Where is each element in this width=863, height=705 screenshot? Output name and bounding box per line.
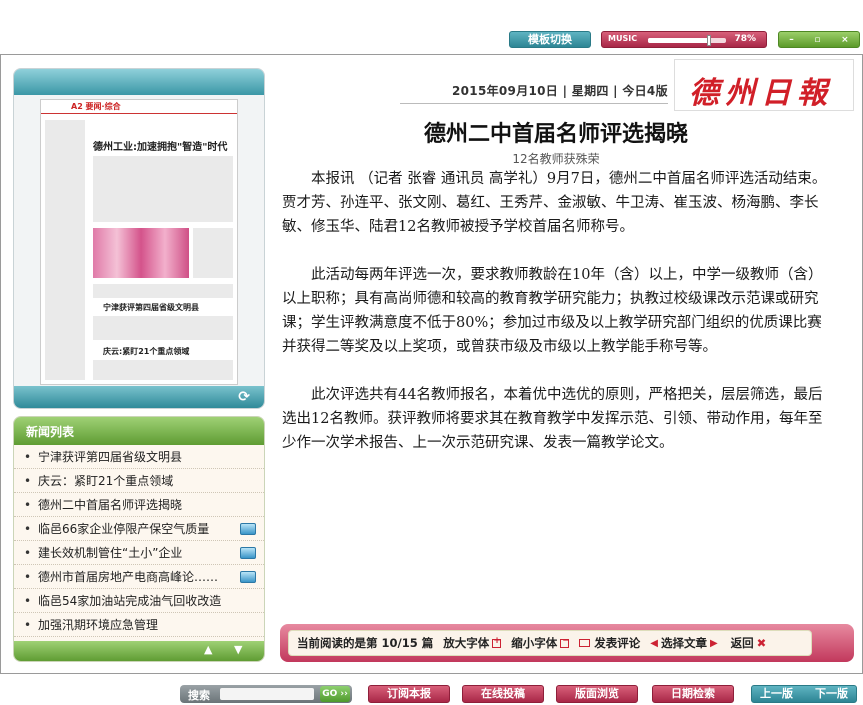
online-submit-button[interactable]: 在线投稿 bbox=[462, 685, 544, 703]
newspaper-logo: 德州日報 bbox=[674, 59, 854, 111]
dateline: 2015年09月10日 | 星期四 | 今日4版 bbox=[452, 84, 668, 98]
select-article-button[interactable]: ◀ 选择文章 ▶ bbox=[650, 635, 720, 651]
video-icon[interactable] bbox=[240, 523, 256, 535]
dateline-divider bbox=[400, 103, 668, 104]
music-volume-slider[interactable] bbox=[648, 35, 726, 46]
thumbnail-headline-2: 宁津获评第四届省级文明县 bbox=[103, 303, 199, 312]
triangle-left-icon: ◀ bbox=[650, 637, 658, 649]
music-volume-fill bbox=[648, 38, 709, 43]
video-icon[interactable] bbox=[240, 571, 256, 583]
logo-text: 德州日報 bbox=[689, 76, 833, 111]
thumbnail-photo bbox=[93, 228, 189, 278]
news-list-item[interactable]: 加强汛期环境应急管理 bbox=[14, 613, 264, 637]
page-nav: 上一版 下一版 bbox=[751, 685, 857, 703]
article-title: 德州二中首届名师评选揭晓 bbox=[423, 121, 688, 147]
enlarge-font-button[interactable]: 放大字体 bbox=[443, 635, 502, 651]
article-paragraph: 此活动每两年评选一次，要求教师教龄在10年（含）以上，中学一级教师（含）以上职称… bbox=[282, 267, 823, 355]
back-button[interactable]: 返回 ✖ bbox=[731, 635, 767, 651]
news-list-title: 新闻列表 bbox=[14, 417, 264, 445]
article-paragraph: 此次评选共有44名教师报名，本着优中选优的原则，严格把关，层层筛选，最后选出12… bbox=[282, 387, 823, 451]
search-label: 搜索 bbox=[188, 689, 210, 702]
envelope-icon bbox=[579, 639, 591, 647]
subscribe-button[interactable]: 订阅本报 bbox=[368, 685, 450, 703]
news-list-item[interactable]: 临邑54家加油站完成油气回收改造 bbox=[14, 589, 264, 613]
article: 德州二中首届名师评选揭晓 12名教师获殊荣 本报讯 （记者 张睿 通讯员 高学礼… bbox=[282, 116, 830, 455]
minus-icon bbox=[560, 636, 570, 648]
date-search-button[interactable]: 日期检索 bbox=[652, 685, 734, 703]
prev-page-button[interactable]: 上一版 bbox=[760, 686, 793, 702]
article-subtitle: 12名教师获殊荣 bbox=[512, 152, 600, 166]
epaper-app: 模板切换 MUSIC 78% – ▫ × A2 要闻·综合 德州工业:加速拥抱"… bbox=[0, 0, 863, 705]
news-list: 宁津获评第四届省级文明县庆云：紧盯21个重点领域德州二中首届名师评选揭晓临邑66… bbox=[14, 445, 264, 637]
scroll-up-icon[interactable]: ▲ bbox=[204, 643, 212, 656]
thumbnail-panel-header bbox=[14, 69, 264, 95]
reading-progress: 当前阅读的是第 10/15 篇 bbox=[297, 636, 434, 650]
reading-progress-value: 10/15 bbox=[381, 636, 418, 650]
reading-toolbar: 当前阅读的是第 10/15 篇 放大字体 缩小字体 发表评论 ◀选择文章▶ 返回… bbox=[280, 624, 854, 662]
news-list-item[interactable]: 临邑66家企业停限产保空气质量 bbox=[14, 517, 264, 541]
triangle-right-icon: ▶ bbox=[709, 637, 718, 649]
today-pages: 今日4版 bbox=[622, 84, 668, 98]
window-controls: – ▫ × bbox=[778, 31, 860, 48]
minimize-icon[interactable]: – bbox=[789, 35, 794, 45]
music-label: MUSIC bbox=[608, 34, 638, 43]
news-list-item[interactable]: 庆云：紧盯21个重点领域 bbox=[14, 469, 264, 493]
plus-icon bbox=[492, 636, 502, 648]
news-list-item[interactable]: 宁津获评第四届省级文明县 bbox=[14, 445, 264, 469]
page-browse-button[interactable]: 版面浏览 bbox=[556, 685, 638, 703]
close-icon[interactable]: × bbox=[841, 35, 849, 45]
news-list-item[interactable]: 建长效机制管住“土小”企业 bbox=[14, 541, 264, 565]
news-list-panel: 新闻列表 宁津获评第四届省级文明县庆云：紧盯21个重点领域德州二中首届名师评选揭… bbox=[13, 416, 265, 662]
search-go-button[interactable]: GO ›› bbox=[320, 686, 350, 702]
music-control[interactable]: MUSIC 78% bbox=[601, 31, 767, 48]
video-icon[interactable] bbox=[240, 547, 256, 559]
next-page-button[interactable]: 下一版 bbox=[815, 686, 848, 702]
newspaper-page-thumbnail[interactable]: A2 要闻·综合 德州工业:加速拥抱"智造"时代 宁津获评第四届省级文明县 庆云… bbox=[40, 99, 238, 385]
page-thumbnail-panel: A2 要闻·综合 德州工业:加速拥抱"智造"时代 宁津获评第四届省级文明县 庆云… bbox=[13, 68, 265, 409]
article-paragraph: 本报讯 （记者 张睿 通讯员 高学礼）9月7日，德州二中首届名师评选活动结束。贾… bbox=[282, 171, 827, 235]
comment-button[interactable]: 发表评论 bbox=[579, 635, 640, 651]
scroll-down-icon[interactable]: ▼ bbox=[234, 643, 242, 656]
reading-toolbar-inner: 当前阅读的是第 10/15 篇 放大字体 缩小字体 发表评论 ◀选择文章▶ 返回… bbox=[288, 630, 812, 656]
restore-icon[interactable]: ▫ bbox=[814, 35, 820, 45]
thumbnail-headline-1: 德州工业:加速拥抱"智造"时代 bbox=[93, 142, 228, 153]
refresh-icon[interactable]: ⟳ bbox=[238, 389, 250, 405]
shrink-font-button[interactable]: 缩小字体 bbox=[511, 635, 570, 651]
close-icon: ✖ bbox=[756, 636, 767, 650]
top-bar: 模板切换 MUSIC 78% – ▫ × bbox=[0, 0, 863, 54]
thumbnail-panel-footer: ⟳ bbox=[14, 386, 264, 408]
news-list-footer: ▲ ▼ bbox=[14, 641, 264, 661]
thumbnail-page-label: A2 要闻·综合 bbox=[41, 100, 237, 114]
music-volume-text: 78% bbox=[734, 34, 756, 44]
news-list-item[interactable]: 德州市首届房地产电商高峰论…… bbox=[14, 565, 264, 589]
issue-date: 2015年09月10日 bbox=[452, 84, 559, 98]
thumbnail-headline-3: 庆云:紧盯21个重点领域 bbox=[103, 347, 190, 356]
search-input[interactable] bbox=[220, 688, 314, 700]
template-switch-button[interactable]: 模板切换 bbox=[509, 31, 591, 48]
article-body: 本报讯 （记者 张睿 通讯员 高学礼）9月7日，德州二中首届名师评选活动结束。贾… bbox=[282, 167, 830, 455]
music-volume-knob[interactable] bbox=[706, 35, 711, 46]
search-bar: 搜索 GO ›› bbox=[180, 685, 352, 703]
news-list-item[interactable]: 德州二中首届名师评选揭晓 bbox=[14, 493, 264, 517]
issue-weekday: 星期四 bbox=[571, 84, 609, 98]
